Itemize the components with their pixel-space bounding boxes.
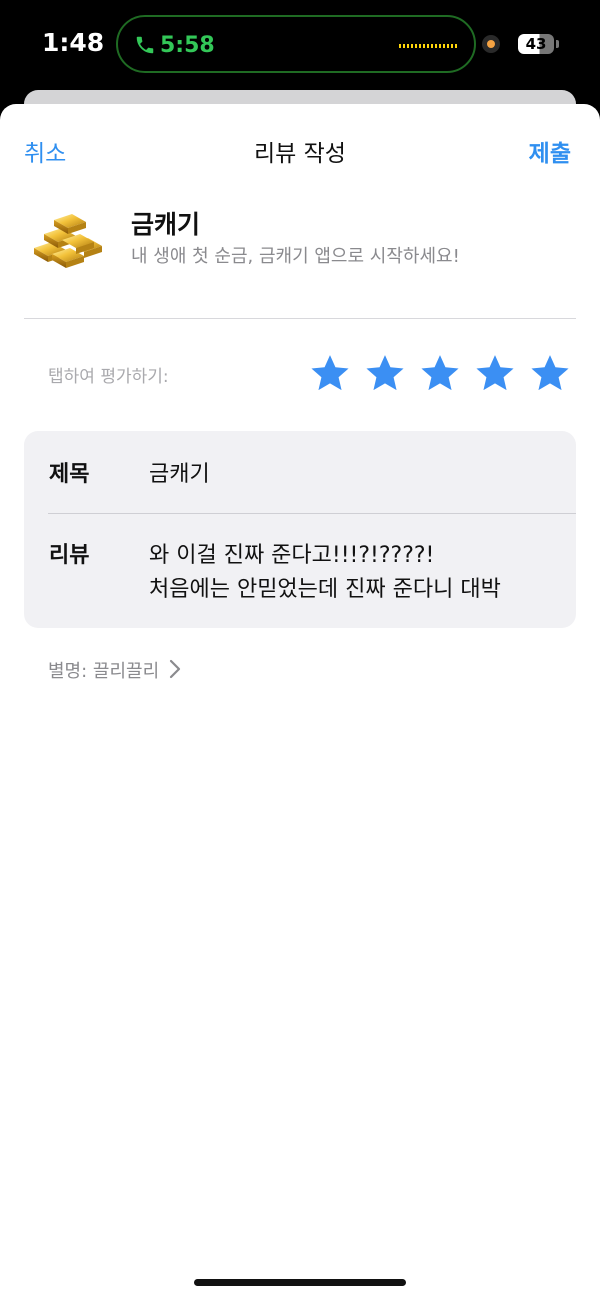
dynamic-island-call[interactable]: 5:58 xyxy=(116,15,476,73)
title-field[interactable]: 금캐기 xyxy=(149,456,210,488)
form-divider xyxy=(48,513,576,514)
review-form-card: 제목 금캐기 리뷰 와 이걸 진짜 준다고!!!?!????! 처음에는 안믿었… xyxy=(24,431,576,628)
battery-tip xyxy=(556,40,559,48)
recording-indicator-icon xyxy=(482,35,500,53)
rating-prompt: 탭하여 평가하기: xyxy=(48,367,169,387)
star-icon[interactable] xyxy=(309,352,351,394)
app-name: 금캐기 xyxy=(131,210,201,239)
nickname-link[interactable]: 별명: 끌리끌리 xyxy=(48,657,159,683)
star-icon[interactable] xyxy=(474,352,516,394)
star-icon[interactable] xyxy=(419,352,461,394)
star-rating[interactable] xyxy=(309,352,579,396)
status-time: 1:48 xyxy=(42,28,105,57)
title-label: 제목 xyxy=(49,462,90,487)
home-indicator xyxy=(194,1279,406,1286)
gold-bars-icon xyxy=(34,214,102,268)
status-bar: 1:48 5:58 43 xyxy=(0,0,600,100)
app-subtitle: 내 생애 첫 순금, 금캐기 앱으로 시작하세요! xyxy=(131,246,460,267)
divider xyxy=(24,318,576,319)
star-icon[interactable] xyxy=(364,352,406,394)
phone-icon xyxy=(136,36,154,54)
page-title: 리뷰 작성 xyxy=(254,141,346,167)
star-icon[interactable] xyxy=(529,352,571,394)
battery-icon: 43 xyxy=(518,34,554,54)
review-label: 리뷰 xyxy=(49,543,90,568)
waveform-icon xyxy=(399,44,459,48)
call-timer: 5:58 xyxy=(160,33,215,58)
review-field-line-1[interactable]: 와 이걸 진짜 준다고!!!?!????! xyxy=(149,537,434,569)
review-sheet: 리뷰 작성 취소 제출 금캐기 내 생애 첫 순금, 금캐기 앱으로 시작하세요… xyxy=(0,104,600,1301)
submit-button[interactable]: 제출 xyxy=(529,134,571,168)
chevron-right-icon[interactable] xyxy=(168,658,182,680)
review-field-line-2[interactable]: 처음에는 안믿었는데 진짜 준다니 대박 xyxy=(149,571,501,603)
cancel-button[interactable]: 취소 xyxy=(24,134,66,168)
